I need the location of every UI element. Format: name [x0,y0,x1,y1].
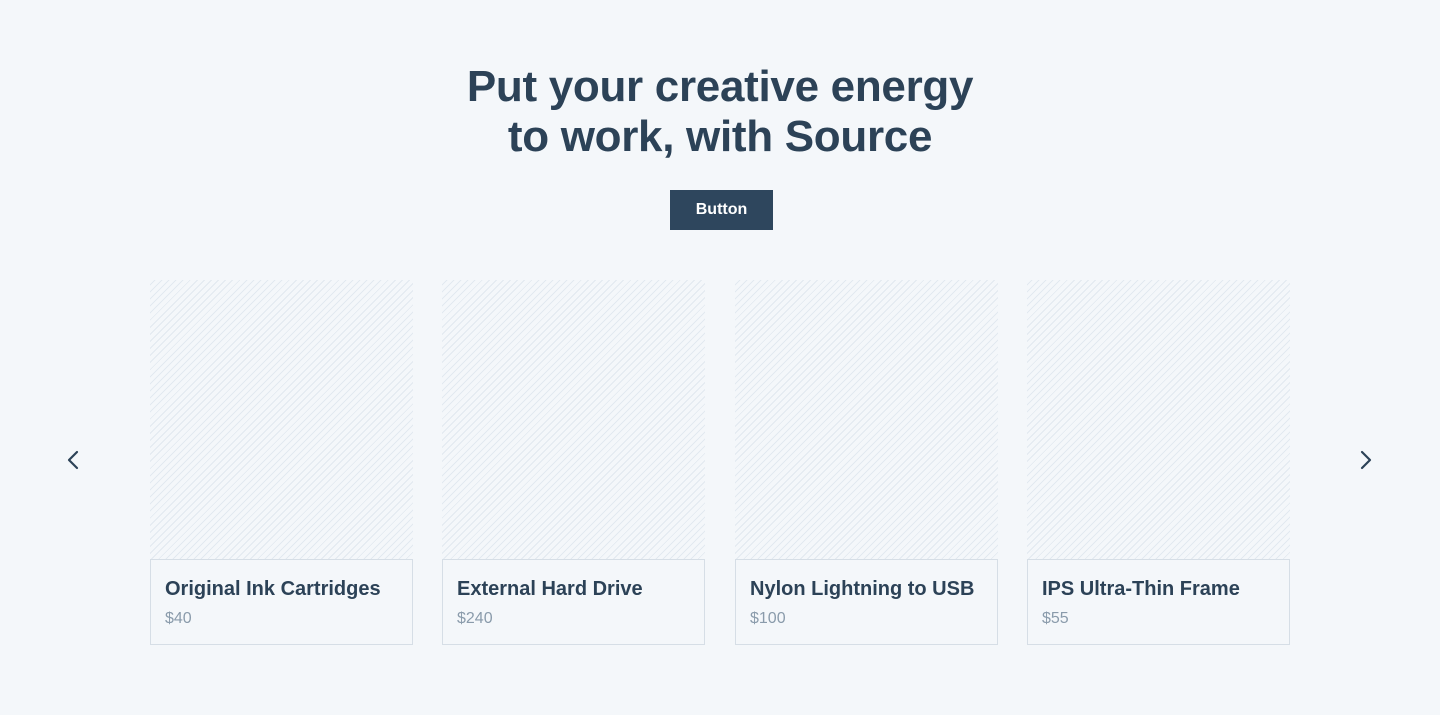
product-card[interactable]: IPS Ultra-Thin Frame $55 [1027,280,1290,645]
product-image-placeholder [735,280,998,560]
primary-button[interactable]: Button [670,190,773,230]
product-name[interactable]: IPS Ultra-Thin Frame [1042,577,1240,601]
product-card-body: Nylon Lightning to USB $100 [735,559,998,645]
product-price: $40 [165,610,192,627]
product-price: $55 [1042,610,1069,627]
product-image-placeholder [150,280,413,560]
product-card[interactable]: Nylon Lightning to USB $100 [735,280,998,645]
carousel-prev-button[interactable] [58,445,88,475]
chevron-left-icon [67,450,79,470]
hero-title: Put your creative energy to work, with S… [420,62,1020,162]
product-name[interactable]: Nylon Lightning to USB [750,577,974,601]
carousel-next-button[interactable] [1351,445,1381,475]
product-card-body: External Hard Drive $240 [442,559,705,645]
product-image-placeholder [442,280,705,560]
hero-title-line-1: Put your creative energy [466,62,974,111]
product-name[interactable]: Original Ink Cartridges [165,577,381,601]
product-card-body: Original Ink Cartridges $40 [150,559,413,645]
product-price: $100 [750,610,786,627]
product-price: $240 [457,610,493,627]
product-card[interactable]: Original Ink Cartridges $40 [150,280,413,645]
product-card-body: IPS Ultra-Thin Frame $55 [1027,559,1290,645]
product-image-placeholder [1027,280,1290,560]
product-card[interactable]: External Hard Drive $240 [442,280,705,645]
chevron-right-icon [1360,450,1372,470]
hero-title-line-2: to work, with Source [507,112,933,161]
product-name[interactable]: External Hard Drive [457,577,643,601]
